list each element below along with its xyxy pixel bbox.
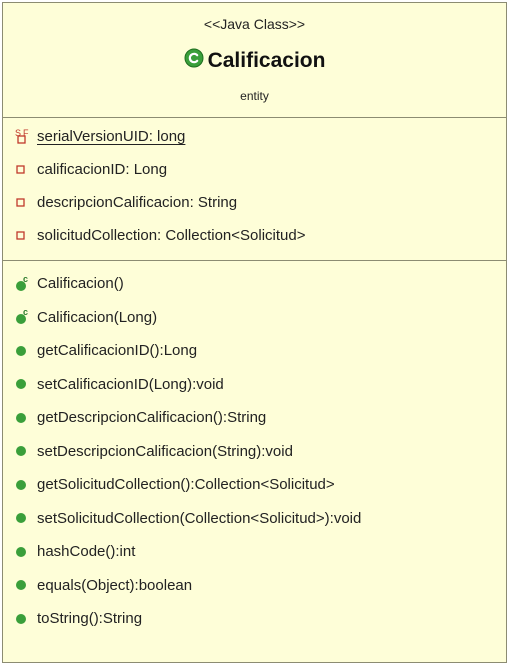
attribute-text: serialVersionUID: long bbox=[37, 128, 186, 145]
operation-row[interactable]: hashCode():int bbox=[3, 535, 506, 569]
operation-row[interactable]: setSolicitudCollection(Collection<Solici… bbox=[3, 502, 506, 536]
operation-text: getCalificacionID():Long bbox=[37, 342, 198, 360]
static-final-field-icon: S F bbox=[15, 128, 37, 146]
operation-row[interactable]: getSolicitudCollection():Collection<Soli… bbox=[3, 468, 506, 502]
public-method-icon bbox=[15, 543, 37, 561]
public-method-icon bbox=[15, 375, 37, 393]
operation-text: getDescripcionCalificacion():String bbox=[37, 409, 267, 427]
uml-class-box[interactable]: <<Java Class>> Calificacion entity S F s… bbox=[2, 2, 507, 663]
class-package: entity bbox=[240, 89, 269, 103]
public-method-icon bbox=[15, 576, 37, 594]
operation-row[interactable]: setCalificacionID(Long):void bbox=[3, 368, 506, 402]
attribute-row[interactable]: solicitudCollection: Collection<Solicitu… bbox=[3, 219, 506, 252]
attribute-text: descripcionCalificacion: String bbox=[37, 194, 238, 211]
operation-text: setDescripcionCalificacion(String):void bbox=[37, 442, 293, 460]
attribute-row[interactable]: calificacionID: Long bbox=[3, 153, 506, 186]
attribute-row[interactable]: descripcionCalificacion: String bbox=[3, 186, 506, 219]
operation-row[interactable]: getCalificacionID():Long bbox=[3, 334, 506, 368]
operation-row[interactable]: toString():String bbox=[3, 602, 506, 636]
attribute-text: solicitudCollection: Collection<Solicitu… bbox=[37, 227, 306, 244]
public-method-icon bbox=[15, 409, 37, 427]
public-method-icon bbox=[15, 509, 37, 527]
attributes-compartment: S F serialVersionUID: long calificacionI… bbox=[3, 118, 506, 261]
svg-text:c: c bbox=[23, 308, 28, 317]
operation-text: toString():String bbox=[37, 610, 143, 628]
private-field-icon bbox=[15, 161, 37, 179]
public-method-icon bbox=[15, 442, 37, 460]
attribute-row[interactable]: S F serialVersionUID: long bbox=[3, 120, 506, 153]
svg-text:c: c bbox=[23, 275, 28, 284]
constructor-icon: c bbox=[15, 275, 37, 293]
operation-text: setSolicitudCollection(Collection<Solici… bbox=[37, 509, 362, 527]
operation-row[interactable]: c Calificacion(Long) bbox=[3, 301, 506, 335]
private-field-icon bbox=[15, 194, 37, 212]
operation-text: getSolicitudCollection():Collection<Soli… bbox=[37, 476, 335, 494]
class-name-row: Calificacion bbox=[3, 48, 506, 73]
operation-row[interactable]: c Calificacion() bbox=[3, 267, 506, 301]
private-field-icon bbox=[15, 227, 37, 245]
class-header: <<Java Class>> Calificacion entity bbox=[3, 3, 506, 118]
attribute-text: calificacionID: Long bbox=[37, 161, 168, 178]
operation-row[interactable]: equals(Object):boolean bbox=[3, 569, 506, 603]
operation-text: hashCode():int bbox=[37, 543, 136, 561]
operation-row[interactable]: getDescripcionCalificacion():String bbox=[3, 401, 506, 435]
operation-text: setCalificacionID(Long):void bbox=[37, 375, 224, 393]
constructor-icon: c bbox=[15, 308, 37, 326]
class-stereotype: <<Java Class>> bbox=[203, 16, 306, 32]
operation-text: equals(Object):boolean bbox=[37, 576, 193, 594]
public-method-icon bbox=[15, 342, 37, 360]
operation-row[interactable]: setDescripcionCalificacion(String):void bbox=[3, 435, 506, 469]
public-method-icon bbox=[15, 476, 37, 494]
operation-text: Calificacion(Long) bbox=[37, 308, 158, 326]
class-name: Calificacion bbox=[207, 48, 326, 72]
operations-compartment: c Calificacion() c Calificacion(Long) ge… bbox=[3, 261, 506, 636]
class-icon bbox=[184, 48, 204, 73]
public-method-icon bbox=[15, 610, 37, 628]
operation-text: Calificacion() bbox=[37, 275, 124, 293]
